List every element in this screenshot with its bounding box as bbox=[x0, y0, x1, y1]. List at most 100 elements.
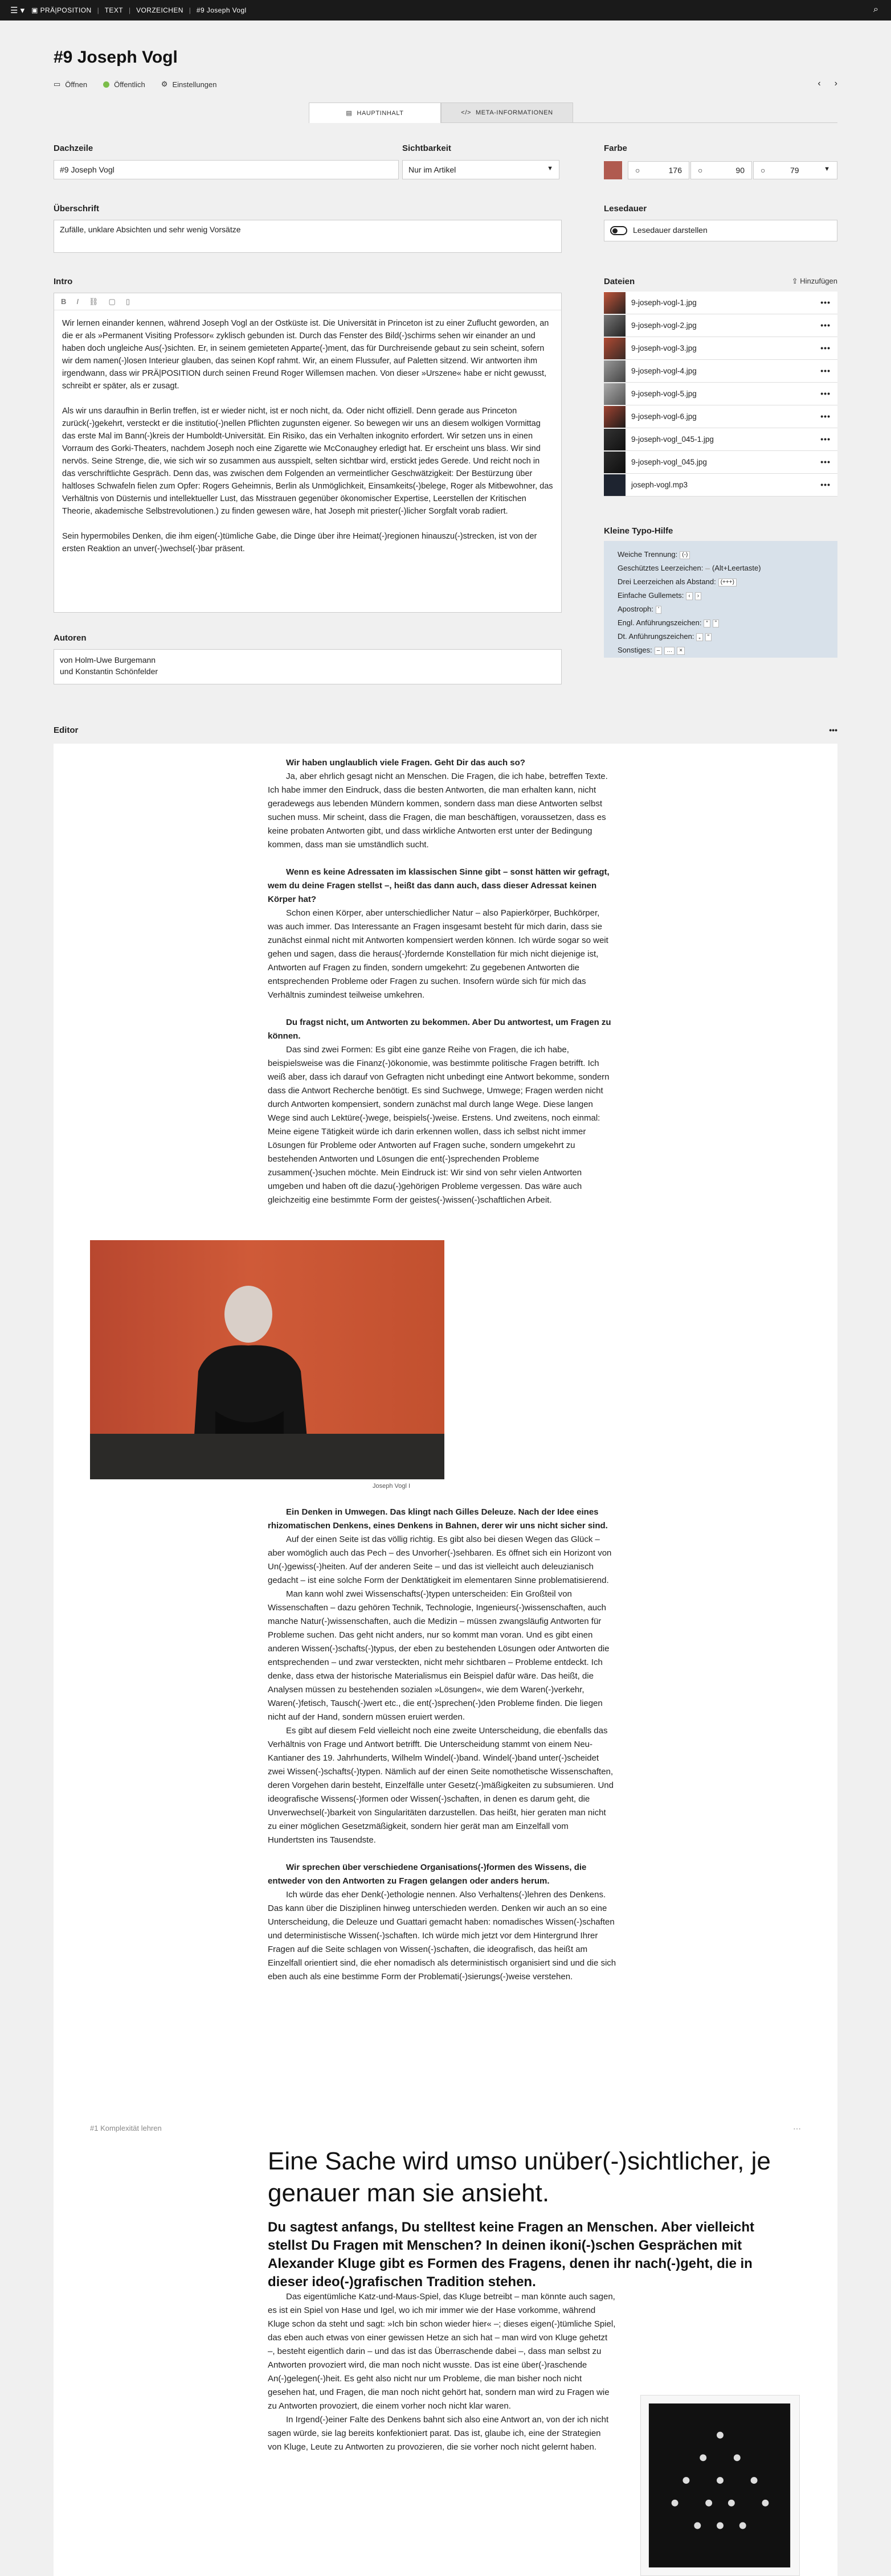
file-item[interactable]: 9-joseph-vogl-1.jpg ••• bbox=[604, 292, 837, 314]
menu-icon[interactable]: ☰ ▾ bbox=[10, 5, 24, 15]
settings-button[interactable]: ⚙ Einstellungen bbox=[161, 80, 217, 89]
box-icon[interactable]: ▢ bbox=[109, 297, 116, 306]
more-icon[interactable]: ••• bbox=[820, 457, 831, 466]
breadcrumb-text[interactable]: TEXT bbox=[105, 6, 123, 14]
more-icon[interactable]: ••• bbox=[820, 321, 831, 330]
typo-key[interactable]: “ bbox=[705, 633, 712, 641]
editor-text-block[interactable]: Ein Denken in Umwegen. Das klingt nach G… bbox=[268, 1506, 616, 1984]
section-lead[interactable]: Du sagtest anfangs, Du stelltest keine F… bbox=[268, 2218, 758, 2291]
sichtbarkeit-value: Nur im Artikel bbox=[408, 165, 456, 174]
typo-row: Geschütztes Leerzeichen: (Alt+Leertaste) bbox=[618, 561, 824, 575]
tab-meta[interactable]: </> META-INFORMATIONEN bbox=[441, 102, 573, 123]
files-header: Dateien ⇪ Hinzufügen bbox=[604, 277, 837, 286]
italic-icon[interactable]: I bbox=[76, 297, 79, 306]
typo-key[interactable]: – bbox=[654, 646, 663, 655]
settings-label: Einstellungen bbox=[172, 80, 217, 89]
breadcrumb-vorzeichen[interactable]: VORZEICHEN bbox=[136, 6, 183, 14]
more-icon[interactable]: ••• bbox=[820, 434, 831, 444]
lesedauer-toggle[interactable]: Lesedauer darstellen bbox=[604, 220, 837, 241]
breadcrumb-current[interactable]: #9 Joseph Vogl bbox=[197, 6, 247, 14]
ueberschrift-label: Überschrift bbox=[54, 204, 100, 214]
color-green-input[interactable]: ○ 90 bbox=[690, 161, 752, 179]
typo-row-label: Apostroph: bbox=[618, 605, 653, 613]
file-item[interactable]: 9-joseph-vogl-6.jpg ••• bbox=[604, 405, 837, 428]
editor-text-block[interactable]: Wir haben unglaublich viele Fragen. Geht… bbox=[268, 756, 616, 1207]
typo-key[interactable]: … bbox=[664, 646, 675, 655]
file-item[interactable]: joseph-vogl.mp3 ••• bbox=[604, 474, 837, 497]
typo-key[interactable]: ” bbox=[712, 619, 720, 627]
typo-key[interactable]: „ bbox=[696, 633, 703, 641]
typo-key[interactable]: ’ bbox=[655, 605, 662, 614]
file-name: 9-joseph-vogl-1.jpg bbox=[631, 298, 697, 307]
editor-text-block[interactable]: Das eigentümliche Katz-und-Maus-Spiel, d… bbox=[268, 2290, 616, 2454]
autoren-label: Autoren bbox=[54, 633, 87, 643]
typo-key[interactable]: (+++) bbox=[718, 578, 737, 586]
section-headline[interactable]: Eine Sache wird umso unüber(-)sichtliche… bbox=[268, 2146, 815, 2209]
more-icon[interactable]: ⋯ bbox=[793, 2124, 801, 2134]
typo-row-label: Engl. Anführungszeichen: bbox=[618, 618, 702, 627]
typo-row: Engl. Anführungszeichen: “” bbox=[618, 616, 824, 630]
more-icon[interactable]: ••• bbox=[820, 480, 831, 489]
add-file-button[interactable]: ⇪ Hinzufügen bbox=[792, 277, 837, 286]
typo-row-label: Weiche Trennung: bbox=[618, 550, 678, 559]
tab-hauptinhalt[interactable]: ▤ HAUPTINHALT bbox=[309, 102, 441, 123]
status-public[interactable]: Öffentlich bbox=[103, 80, 145, 89]
file-item[interactable]: 9-joseph-vogl-2.jpg ••• bbox=[604, 314, 837, 337]
file-item[interactable]: 9-joseph-vogl_045-1.jpg ••• bbox=[604, 428, 837, 451]
file-item[interactable]: 9-joseph-vogl_045.jpg ••• bbox=[604, 451, 837, 474]
file-item[interactable]: 9-joseph-vogl-5.jpg ••• bbox=[604, 383, 837, 405]
typo-key[interactable]: × bbox=[677, 646, 685, 655]
typo-row-label: Drei Leerzeichen als Abstand: bbox=[618, 577, 716, 586]
editor-label: Editor bbox=[54, 725, 79, 735]
color-swatch[interactable] bbox=[604, 161, 622, 179]
link-icon[interactable]: ⛓ bbox=[89, 297, 99, 306]
file-icon[interactable]: ▯ bbox=[126, 297, 130, 306]
search-icon[interactable]: ⌕ bbox=[873, 5, 878, 15]
artwork-image[interactable] bbox=[640, 2395, 800, 2576]
chevron-left-icon[interactable]: ‹ bbox=[818, 79, 820, 89]
typo-row: Apostroph:’ bbox=[618, 602, 824, 616]
typo-row: Sonstiges: –… × bbox=[618, 643, 824, 657]
breadcrumb-separator: | bbox=[128, 6, 131, 14]
breadcrumb-home[interactable]: ▣ PRÄ|POSITION bbox=[31, 6, 91, 14]
sichtbarkeit-select[interactable]: Nur im Artikel ▼ bbox=[402, 160, 559, 179]
typo-key[interactable]: “ bbox=[704, 619, 710, 627]
dachzeile-input[interactable]: #9 Joseph Vogl bbox=[54, 160, 399, 179]
typo-key[interactable]: (-) bbox=[680, 551, 690, 559]
more-icon[interactable]: ••• bbox=[829, 725, 837, 735]
interview-answer: Das eigentümliche Katz-und-Maus-Spiel, d… bbox=[268, 2292, 616, 2411]
more-icon[interactable]: ••• bbox=[820, 343, 831, 352]
more-icon[interactable]: ••• bbox=[820, 412, 831, 421]
autoren-input[interactable]: von Holm-Uwe Burgemann und Konstantin Sc… bbox=[54, 649, 562, 684]
typo-key[interactable]: › bbox=[694, 592, 702, 600]
more-icon[interactable]: ••• bbox=[820, 366, 831, 375]
typo-key[interactable]: ‹ bbox=[686, 592, 693, 600]
color-blue-input[interactable]: ○ 79 ▼ bbox=[753, 161, 837, 179]
red-value: 176 bbox=[668, 166, 682, 175]
more-icon[interactable]: ••• bbox=[820, 298, 831, 307]
interview-question: Ein Denken in Umwegen. Das klingt nach G… bbox=[268, 1507, 608, 1531]
typo-key[interactable] bbox=[705, 568, 710, 569]
interview-answer: Es gibt auf diesem Feld vielleicht noch … bbox=[268, 1726, 614, 1845]
more-icon[interactable]: ••• bbox=[820, 389, 831, 398]
dachzeile-label: Dachzeile bbox=[54, 143, 93, 153]
editor-canvas[interactable]: Wir haben unglaublich viele Fragen. Geht… bbox=[54, 744, 837, 2576]
file-item[interactable]: 9-joseph-vogl-4.jpg ••• bbox=[604, 360, 837, 383]
color-red-input[interactable]: ○ 176 bbox=[628, 161, 689, 179]
tab-label: META-INFORMATIONEN bbox=[476, 109, 553, 116]
bold-icon[interactable]: B bbox=[61, 297, 66, 306]
open-button[interactable]: ▭ Öffnen bbox=[54, 80, 87, 89]
intro-editor[interactable]: B I ⛓ ▢ ▯ Wir lernen einander kennen, wä… bbox=[54, 293, 562, 613]
file-thumbnail bbox=[604, 383, 626, 405]
intro-text[interactable]: Wir lernen einander kennen, während Jose… bbox=[54, 310, 561, 575]
floor-shadow bbox=[90, 1434, 444, 1479]
file-item[interactable]: 9-joseph-vogl-3.jpg ••• bbox=[604, 337, 837, 360]
section-tag: #1 Komplexität lehren bbox=[90, 2124, 162, 2132]
chevron-right-icon[interactable]: › bbox=[835, 79, 837, 89]
status-label: Öffentlich bbox=[114, 80, 145, 89]
ueberschrift-input[interactable]: Zufälle, unklare Absichten und sehr weni… bbox=[54, 220, 562, 253]
portrait-image[interactable] bbox=[90, 1240, 444, 1479]
green-value: 90 bbox=[735, 166, 745, 175]
tab-spacer bbox=[573, 102, 837, 123]
blue-indicator: ○ bbox=[761, 166, 766, 175]
